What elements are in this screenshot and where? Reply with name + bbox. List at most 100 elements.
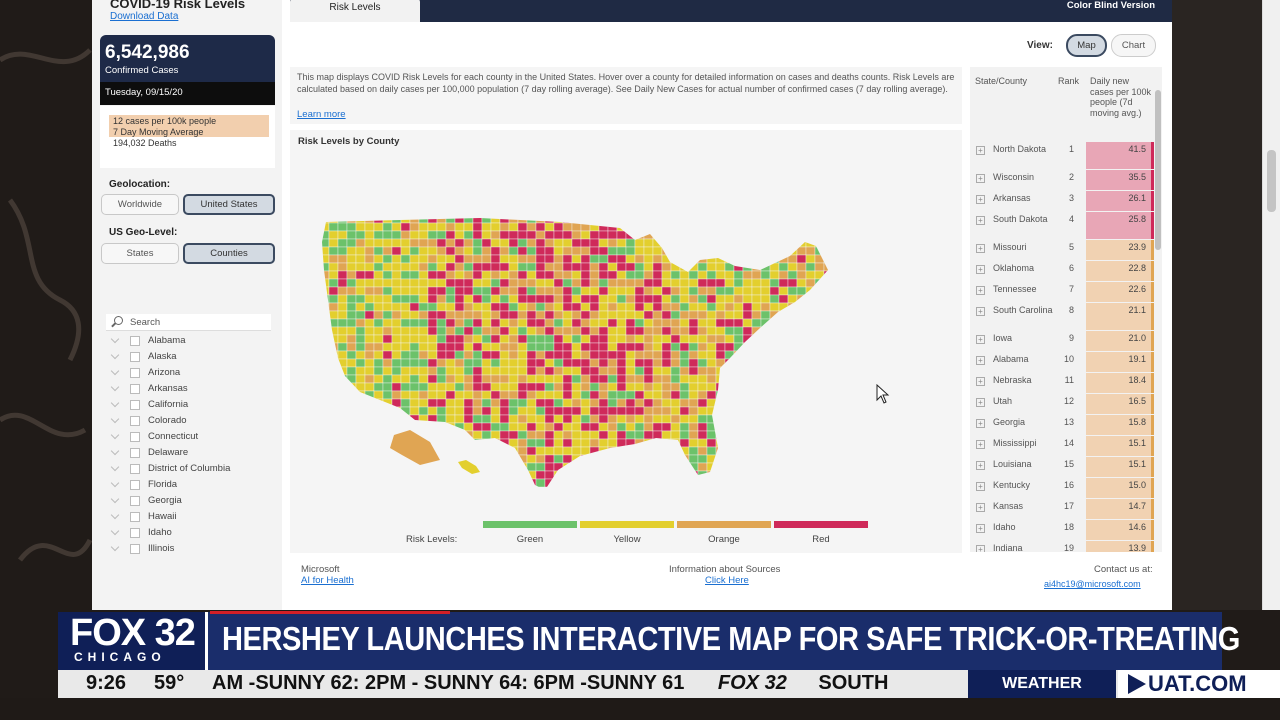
- county-cell[interactable]: [355, 286, 366, 296]
- county-cell[interactable]: [688, 446, 699, 456]
- county-cell[interactable]: [751, 246, 762, 256]
- county-cell[interactable]: [463, 350, 474, 360]
- county-cell[interactable]: [715, 326, 726, 336]
- county-cell[interactable]: [670, 318, 681, 328]
- county-cell[interactable]: [562, 382, 573, 392]
- county-cell[interactable]: [320, 246, 330, 256]
- county-cell[interactable]: [481, 222, 492, 232]
- county-cell[interactable]: [670, 286, 681, 296]
- county-cell[interactable]: [400, 422, 411, 432]
- county-cell[interactable]: [679, 390, 690, 400]
- county-cell[interactable]: [445, 238, 456, 248]
- county-cell[interactable]: [499, 310, 510, 320]
- county-cell[interactable]: [445, 254, 456, 264]
- county-cell[interactable]: [355, 302, 366, 312]
- county-cell[interactable]: [337, 286, 348, 296]
- county-cell[interactable]: [490, 430, 501, 440]
- county-cell[interactable]: [337, 278, 348, 288]
- county-cell[interactable]: [517, 254, 528, 264]
- county-cell[interactable]: [427, 238, 438, 248]
- county-cell[interactable]: [760, 366, 771, 376]
- county-cell[interactable]: [382, 278, 393, 288]
- county-cell[interactable]: [805, 398, 816, 408]
- county-cell[interactable]: [598, 462, 609, 472]
- county-cell[interactable]: [715, 302, 726, 312]
- county-cell[interactable]: [598, 302, 609, 312]
- county-cell[interactable]: [499, 318, 510, 328]
- county-cell[interactable]: [526, 454, 537, 464]
- county-cell[interactable]: [472, 310, 483, 320]
- county-cell[interactable]: [355, 294, 366, 304]
- county-cell[interactable]: [661, 238, 672, 248]
- county-cell[interactable]: [418, 398, 429, 408]
- county-cell[interactable]: [463, 270, 474, 280]
- county-cell[interactable]: [652, 430, 663, 440]
- county-cell[interactable]: [463, 278, 474, 288]
- county-cell[interactable]: [634, 414, 645, 424]
- county-cell[interactable]: [499, 398, 510, 408]
- county-cell[interactable]: [490, 318, 501, 328]
- county-cell[interactable]: [607, 326, 618, 336]
- county-cell[interactable]: [355, 398, 366, 408]
- state-checkbox[interactable]: [130, 352, 140, 362]
- county-cell[interactable]: [346, 318, 357, 328]
- county-cell[interactable]: [463, 382, 474, 392]
- county-cell[interactable]: [625, 342, 636, 352]
- county-cell[interactable]: [769, 215, 780, 224]
- county-cell[interactable]: [562, 278, 573, 288]
- county-cell[interactable]: [400, 462, 411, 472]
- county-cell[interactable]: [508, 358, 519, 368]
- county-cell[interactable]: [742, 230, 753, 240]
- county-cell[interactable]: [697, 254, 708, 264]
- county-cell[interactable]: [670, 230, 681, 240]
- county-cell[interactable]: [320, 358, 330, 368]
- county-cell[interactable]: [742, 254, 753, 264]
- county-cell[interactable]: [760, 318, 771, 328]
- county-cell[interactable]: [715, 398, 726, 408]
- county-cell[interactable]: [553, 454, 564, 464]
- county-cell[interactable]: [715, 294, 726, 304]
- county-cell[interactable]: [670, 374, 681, 384]
- county-cell[interactable]: [688, 254, 699, 264]
- county-cell[interactable]: [400, 302, 411, 312]
- county-cell[interactable]: [436, 390, 447, 400]
- county-cell[interactable]: [643, 318, 654, 328]
- county-cell[interactable]: [805, 215, 816, 224]
- county-cell[interactable]: [373, 326, 384, 336]
- county-cell[interactable]: [778, 342, 789, 352]
- county-cell[interactable]: [409, 334, 420, 344]
- county-cell[interactable]: [463, 246, 474, 256]
- county-cell[interactable]: [769, 222, 780, 232]
- learn-more-link[interactable]: Learn more: [297, 109, 346, 120]
- county-cell[interactable]: [787, 470, 798, 480]
- county-cell[interactable]: [760, 238, 771, 248]
- expand-plus-icon[interactable]: +: [976, 174, 985, 183]
- county-cell[interactable]: [634, 270, 645, 280]
- county-cell[interactable]: [436, 406, 447, 416]
- county-cell[interactable]: [715, 374, 726, 384]
- county-cell[interactable]: [760, 222, 771, 232]
- county-cell[interactable]: [796, 478, 807, 488]
- county-cell[interactable]: [787, 350, 798, 360]
- county-cell[interactable]: [634, 262, 645, 272]
- county-cell[interactable]: [526, 462, 537, 472]
- county-cell[interactable]: [679, 278, 690, 288]
- county-cell[interactable]: [760, 334, 771, 344]
- county-cell[interactable]: [472, 350, 483, 360]
- county-cell[interactable]: [328, 294, 339, 304]
- county-cell[interactable]: [337, 318, 348, 328]
- county-cell[interactable]: [508, 246, 519, 256]
- county-cell[interactable]: [688, 318, 699, 328]
- county-cell[interactable]: [571, 222, 582, 232]
- county-cell[interactable]: [697, 334, 708, 344]
- county-cell[interactable]: [787, 286, 798, 296]
- county-cell[interactable]: [742, 222, 753, 232]
- county-cell[interactable]: [814, 262, 825, 272]
- county-cell[interactable]: [409, 286, 420, 296]
- county-cell[interactable]: [436, 478, 447, 488]
- county-cell[interactable]: [409, 326, 420, 336]
- county-cell[interactable]: [706, 462, 717, 472]
- county-cell[interactable]: [697, 270, 708, 280]
- county-cell[interactable]: [742, 318, 753, 328]
- county-cell[interactable]: [508, 470, 519, 480]
